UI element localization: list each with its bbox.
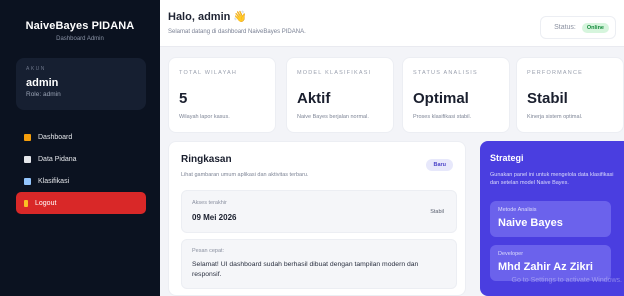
sidebar-item-logout[interactable]: Logout: [16, 192, 146, 214]
status-label: Status:: [554, 24, 576, 31]
stat-value: Optimal: [413, 90, 469, 107]
header: Halo, admin 👋 Selamat datang di dashboar…: [160, 0, 624, 47]
sidebar-nav: Dashboard Data Pidana Klasifikasi Logout: [16, 126, 146, 214]
stat-description: Naive Bayes berjalan normal.: [297, 114, 369, 120]
last-access-label: Akses terakhir: [192, 200, 227, 206]
stat-description: Kinerja sistem optimal.: [527, 114, 583, 120]
status-indicator: Status: Online: [540, 16, 616, 39]
sidebar-item-label: Klasifikasi: [38, 177, 70, 185]
analysis-method-label: Metode Analisis: [498, 207, 537, 213]
quick-message-label: Pesan cepat:: [192, 248, 225, 254]
stat-card-status-analisis: STATUS ANALISIS Optimal Proses klasifika…: [402, 57, 510, 133]
stat-description: Proses klasifikasi stabil.: [413, 114, 472, 120]
stat-value: Stabil: [527, 90, 568, 107]
analysis-method-card: Metode Analisis Naive Bayes: [490, 201, 611, 237]
sidebar-item-data-pidana[interactable]: Data Pidana: [16, 148, 146, 170]
quick-message-text: Selamat! UI dashboard sudah berhasil dib…: [192, 261, 419, 278]
stat-description: Wilayah lapor kasus.: [179, 114, 230, 120]
account-card: AKUN admin Role: admin: [16, 58, 146, 110]
developer-name: Mhd Zahir Az Zikri: [498, 261, 593, 273]
stat-card-model-klasifikasi: MODEL KLASIFIKASI Aktif Naive Bayes berj…: [286, 57, 394, 133]
last-access-status: Stabil: [430, 209, 444, 215]
sidebar: NaiveBayes PIDANA Dashboard Admin AKUN a…: [0, 0, 160, 296]
stat-value: 5: [179, 90, 188, 107]
developer-card: Developer Mhd Zahir Az Zikri: [490, 245, 611, 281]
brand-title: NaiveBayes PIDANA: [25, 20, 135, 32]
sidebar-item-klasifikasi[interactable]: Klasifikasi: [16, 170, 146, 192]
last-access-card: Akses terakhir 09 Mei 2026 Stabil: [181, 190, 457, 233]
analysis-method-value: Naive Bayes: [498, 217, 563, 229]
strategy-title: Strategi: [490, 153, 524, 163]
stat-label: PERFORMANCE: [527, 70, 583, 76]
sidebar-item-label: Data Pidana: [38, 155, 77, 163]
stat-label: STATUS ANALISIS: [413, 70, 478, 76]
strategy-panel: Strategi Gunakan panel ini untuk mengelo…: [480, 141, 624, 296]
page-subtitle: Selamat datang di dashboard NaiveBayes P…: [168, 29, 306, 35]
stat-label: TOTAL WILAYAH: [179, 70, 238, 76]
status-badge: Online: [581, 22, 609, 33]
summary-subtitle: Lihat gambaran umum aplikasi dan aktivit…: [181, 172, 309, 178]
sidebar-item-dashboard[interactable]: Dashboard: [16, 126, 146, 148]
stat-card-performance: PERFORMANCE Stabil Kinerja sistem optima…: [516, 57, 624, 133]
chart-icon: [24, 177, 31, 185]
summary-panel: Ringkasan Lihat gambaran umum aplikasi d…: [168, 141, 466, 296]
windows-activation-watermark: Go to Settings to activate Windows.: [511, 277, 623, 284]
brand-subtitle: Dashboard Admin: [56, 36, 104, 42]
new-badge: Baru: [426, 159, 453, 171]
page-title: Halo, admin 👋: [168, 11, 248, 23]
stat-label: MODEL KLASIFIKASI: [297, 70, 372, 76]
brand: NaiveBayes PIDANA Dashboard Admin: [0, 20, 160, 42]
stat-value: Aktif: [297, 90, 331, 107]
summary-title: Ringkasan: [181, 154, 232, 165]
sidebar-item-label: Logout: [35, 199, 57, 207]
sidebar-item-label: Dashboard: [38, 133, 73, 141]
document-icon: [24, 155, 31, 163]
app: NaiveBayes PIDANA Dashboard Admin AKUN a…: [0, 0, 624, 296]
last-access-date: 09 Mei 2026: [192, 213, 237, 222]
dashboard-icon: [24, 133, 31, 141]
quick-message-card: Pesan cepat: Selamat! UI dashboard sudah…: [181, 239, 457, 289]
account-label: AKUN: [26, 66, 46, 72]
account-name: admin: [26, 77, 59, 89]
strategy-description: Gunakan panel ini untuk mengelola data k…: [490, 172, 614, 186]
stat-card-total-wilayah: TOTAL WILAYAH 5 Wilayah lapor kasus.: [168, 57, 276, 133]
account-role: Role: admin: [26, 91, 61, 98]
developer-label: Developer: [498, 251, 524, 257]
logout-icon: [24, 199, 28, 207]
